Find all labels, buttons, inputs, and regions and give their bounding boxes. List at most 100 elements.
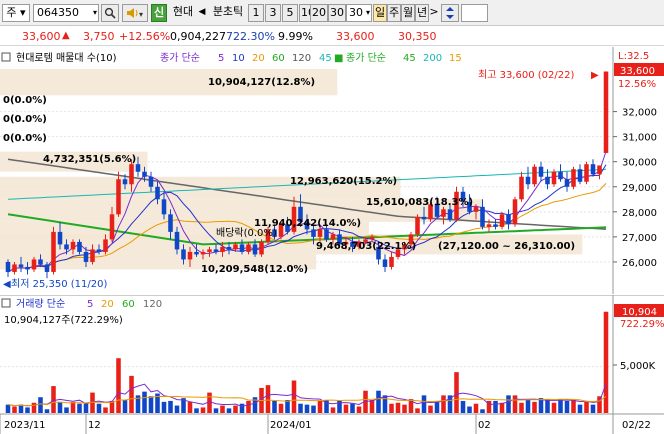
- price-tick-label: 30,000: [622, 158, 657, 169]
- volume-bar: [44, 409, 50, 413]
- volume-bar: [590, 404, 596, 413]
- volume-bar: [213, 408, 219, 413]
- candle-body: [252, 244, 258, 255]
- period-20[interactable]: 20: [310, 4, 328, 22]
- candle-body: [135, 164, 141, 172]
- prev-arrow-button[interactable]: ◀: [197, 4, 207, 22]
- volume-bar: [389, 403, 394, 413]
- candle-body: [90, 249, 95, 262]
- price-tick-label: 32,000: [622, 108, 657, 119]
- volume-bar: [31, 402, 37, 413]
- candle-body: [207, 249, 212, 252]
- year-button[interactable]: 년: [415, 4, 429, 22]
- period-5[interactable]: 5: [282, 4, 298, 22]
- price-tick-label: 31,000: [622, 133, 657, 144]
- candle-body: [25, 266, 30, 270]
- profile-label-3: 12,963,620(15.2%): [290, 176, 397, 187]
- day-button[interactable]: 일: [373, 4, 387, 22]
- updown-arrows-icon[interactable]: [441, 4, 459, 22]
- high-note-arrow: ▶: [591, 70, 599, 81]
- price-legend-box[interactable]: [1, 52, 11, 62]
- candle-body: [129, 164, 134, 185]
- candle-body: [473, 206, 479, 212]
- candle-body: [174, 231, 180, 250]
- volume-bar: [545, 399, 550, 413]
- candle-body: [324, 229, 329, 240]
- volume-bar: [220, 405, 225, 413]
- price-chart[interactable]: 32,000 31,000 30,000 29,000 28,000 27,000 26,0…: [0, 47, 664, 294]
- volume-bar: [402, 404, 407, 413]
- candle-body: [525, 176, 531, 185]
- candle-body: [584, 164, 589, 182]
- speaker-icon-svg: ▾: [127, 8, 143, 19]
- period-30[interactable]: 30: [328, 4, 346, 22]
- candle-body: [116, 179, 121, 215]
- volume-bar: [291, 380, 297, 413]
- toolbar: 주 ▾ 064350 ▾ ▾ 신 현대 ◀ 분초틱 1 3 5 10 20 30 …: [0, 0, 664, 26]
- volume-badge-pct: 722.29%: [620, 319, 664, 330]
- candle-body: [83, 251, 89, 262]
- volume-bar: [122, 400, 128, 413]
- volume-bar: [577, 404, 583, 413]
- candle-body: [577, 169, 583, 182]
- price-tick-label: 27,000: [622, 233, 657, 244]
- low-price: 30,350: [398, 30, 437, 43]
- volume-legend-box[interactable]: [1, 298, 11, 308]
- candle-body: [103, 239, 108, 252]
- code-dropdown-icon[interactable]: ▾: [93, 5, 97, 21]
- volume-bar: [12, 406, 17, 413]
- month-button[interactable]: 월: [401, 4, 415, 22]
- market-select-label: 주: [6, 6, 17, 19]
- ma-45-label: 45: [319, 53, 332, 64]
- ma-120-label: 120: [292, 53, 311, 64]
- candle-body: [77, 241, 82, 252]
- week-button[interactable]: 주: [387, 4, 401, 22]
- period-type-label[interactable]: 분초틱: [208, 4, 248, 22]
- volume-bar: [558, 399, 563, 413]
- volume-bar: [369, 400, 375, 413]
- volume-chart[interactable]: 거래량 단순 5 20 60 120 10,904,127주(722.29%) …: [0, 295, 664, 434]
- candle-body: [330, 234, 336, 240]
- ma-title: 종가 단순: [160, 52, 200, 64]
- volume-ratio: 722.30%: [226, 30, 275, 43]
- updown-arrows-svg: [446, 7, 454, 19]
- candle-body: [233, 244, 238, 250]
- candle-body: [369, 236, 375, 240]
- candle-body: [603, 71, 609, 153]
- dividend-label: 배당락(0.0%): [216, 227, 277, 239]
- price-axis-ticks: 32,000 31,000 30,000 29,000 28,000 27,000 26,0…: [613, 108, 657, 269]
- volume-bar: [285, 400, 290, 413]
- speaker-icon[interactable]: ▾: [122, 4, 148, 22]
- svg-text:▾: ▾: [139, 10, 143, 19]
- volume-bar: [233, 405, 238, 413]
- volume-bar: [395, 402, 401, 413]
- candle-body: [5, 261, 11, 272]
- volume-bar: [272, 400, 277, 413]
- credit-badge[interactable]: 신: [151, 4, 167, 22]
- magnifier-icon[interactable]: [101, 4, 119, 22]
- next-arrow-button[interactable]: >: [429, 4, 439, 22]
- interval-select[interactable]: 30 ▾: [346, 4, 372, 22]
- candle-body: [311, 229, 316, 237]
- candle-body: [558, 171, 563, 180]
- price-panel-name: 현대로템 매물대 수(10): [16, 52, 117, 64]
- period-1[interactable]: 1: [248, 4, 264, 22]
- volume-bar: [382, 395, 388, 413]
- candle-body: [38, 259, 43, 265]
- market-select[interactable]: 주 ▾: [2, 4, 30, 22]
- extra-input[interactable]: [461, 4, 488, 22]
- volume-bar: [64, 407, 69, 413]
- period-3[interactable]: 3: [265, 4, 281, 22]
- time-axis: 2023/11 12 2024/01 02 02/22: [0, 413, 664, 434]
- volume-bar: [454, 372, 459, 413]
- volume-bar: [57, 401, 63, 413]
- profile-label-6: 10,209,548(12.0%): [201, 264, 308, 275]
- volume-bar: [96, 403, 102, 413]
- zero-row-2: 0(0.0%): [3, 114, 47, 125]
- time-axis-label: 02/22: [622, 420, 651, 431]
- code-input[interactable]: 064350 ▾: [33, 4, 99, 22]
- volume-bar: [512, 395, 518, 413]
- time-axis-label: 2024/01: [270, 420, 312, 431]
- volume-bar: [525, 400, 531, 413]
- candle-body: [551, 171, 557, 185]
